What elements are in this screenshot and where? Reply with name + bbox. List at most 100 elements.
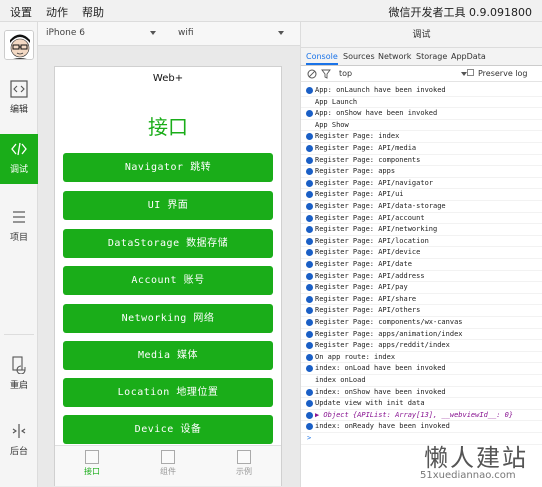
console-log-text: Register Page: API/device — [315, 248, 421, 257]
console-log-row: On app route: index — [301, 352, 542, 364]
tab-label: 组件 — [160, 467, 176, 476]
console-log-text: Register Page: apps/animation/index — [315, 329, 463, 338]
console-log-row: Register Page: API/networking — [301, 224, 542, 236]
info-icon — [306, 110, 313, 118]
tab-console[interactable]: Console — [306, 52, 338, 65]
menu-settings[interactable]: 设置 — [10, 4, 32, 20]
tab-components[interactable]: 组件 — [148, 450, 188, 477]
sidebar-divider — [4, 334, 34, 335]
chevron-down-icon[interactable] — [278, 31, 284, 35]
console-log-text: Register Page: components/wx-canvas — [315, 318, 463, 326]
info-icon — [306, 411, 313, 419]
location-button[interactable]: Location 地理位置 — [63, 378, 273, 407]
console-log-row: Register Page: API/data-storage — [301, 201, 542, 213]
avatar[interactable] — [4, 30, 34, 60]
console-log-row: Register Page: API/pay — [301, 282, 542, 294]
console-log-text: Register Page: API/address — [315, 271, 425, 280]
console-log-text: ▶ Object {APIList: Array[13], __webviewI… — [315, 410, 514, 419]
list-icon — [13, 211, 25, 223]
info-icon — [306, 330, 313, 338]
console-log-text: Register Page: API/data-storage — [315, 202, 446, 210]
menu-help[interactable]: 帮助 — [82, 4, 104, 20]
preserve-log-checkbox[interactable] — [467, 69, 474, 76]
console-log-row: Register Page: components/wx-canvas — [301, 317, 542, 329]
console-log-row[interactable]: ▶ Object {APIList: Array[13], __webviewI… — [301, 410, 542, 422]
tab-label: 接口 — [84, 467, 100, 476]
device-toolbar: iPhone 6 wifi — [38, 22, 300, 46]
sidebar-item-project[interactable]: 项目 — [0, 202, 38, 252]
console-log-text: index onLoad — [315, 376, 366, 384]
sidebar: 编辑 调试 项目 重启 后台 — [0, 22, 38, 487]
ui-button[interactable]: UI 界面 — [63, 191, 273, 220]
sidebar-item-label: 重启 — [9, 381, 28, 391]
console-log-text: App: onShow have been invoked — [315, 109, 438, 118]
sidebar-item-restart[interactable]: 重启 — [0, 350, 38, 400]
info-icon — [306, 133, 313, 141]
console-log-row: App Show — [301, 120, 542, 132]
tab-appdata[interactable]: AppData — [451, 52, 486, 61]
console-log-row: Register Page: API/others — [301, 305, 542, 317]
sidebar-item-label: 编辑 — [9, 105, 28, 115]
filter-icon[interactable] — [321, 69, 331, 79]
console-log-text: index: onLoad have been invoked — [315, 364, 446, 373]
simulator-area: Web+ 接口 Navigator 跳转 UI 界面 DataStorage 数… — [38, 46, 300, 487]
sidebar-item-debug[interactable]: 调试 — [0, 134, 38, 184]
preserve-log-label: Preserve log — [478, 69, 528, 78]
console-log-text: index: onShow have been invoked — [315, 387, 446, 396]
sidebar-item-label: 项目 — [9, 233, 28, 243]
console-log-text: Register Page: API/location — [315, 236, 429, 245]
device-button[interactable]: Device 设备 — [63, 415, 273, 444]
debug-code-icon — [11, 142, 27, 156]
tab-examples[interactable]: 示例 — [224, 450, 264, 477]
sidebar-item-label: 调试 — [9, 165, 28, 175]
console-filter-bar: top Preserve log — [300, 66, 542, 82]
console-log-text: index: onReady have been invoked — [315, 422, 450, 431]
tab-sources[interactable]: Sources — [343, 52, 375, 61]
console-log-row: App: onShow have been invoked — [301, 108, 542, 120]
info-icon — [306, 179, 313, 187]
clear-console-icon[interactable] — [307, 69, 317, 79]
tab-image-icon — [237, 450, 251, 464]
console-log-text: Register Page: API/account — [315, 213, 425, 222]
code-file-icon — [10, 80, 28, 98]
menu-actions[interactable]: 动作 — [46, 4, 68, 20]
device-select[interactable]: iPhone 6 — [46, 28, 85, 38]
networking-button[interactable]: Networking 网络 — [63, 304, 273, 333]
phone-screen: Web+ 接口 Navigator 跳转 UI 界面 DataStorage 数… — [54, 66, 282, 486]
app-title: 微信开发者工具 0.9.091800 — [388, 6, 532, 19]
console-log-row: App: onLaunch have been invoked — [301, 85, 542, 97]
console-log-text: Register Page: apps — [315, 167, 396, 176]
info-icon — [306, 365, 313, 373]
console-log-text: Register Page: index — [315, 132, 400, 141]
console-log-text: Register Page: API/pay — [315, 283, 408, 292]
info-icon — [306, 226, 313, 234]
network-select[interactable]: wifi — [178, 28, 194, 38]
console-log-row: index: onReady have been invoked — [301, 421, 542, 433]
account-button[interactable]: Account 账号 — [63, 266, 273, 295]
context-select[interactable]: top — [339, 69, 352, 78]
console-log-row: Register Page: apps — [301, 166, 542, 178]
info-icon — [306, 87, 313, 94]
sidebar-item-edit[interactable]: 编辑 — [0, 74, 38, 124]
info-icon — [306, 249, 313, 257]
debugger-header: 调试 — [300, 22, 542, 48]
console-log-row: Register Page: apps/reddit/index — [301, 340, 542, 352]
sidebar-item-background[interactable]: 后台 — [0, 416, 38, 466]
tab-api[interactable]: 接口 — [72, 450, 112, 477]
console-log-row: Register Page: API/account — [301, 213, 542, 225]
chevron-down-icon[interactable] — [150, 31, 156, 35]
console-log-text: Update view with init data — [315, 399, 425, 408]
console-output[interactable]: App: onLaunch have been invoked App Launc… — [300, 82, 542, 487]
info-icon — [306, 319, 313, 326]
navigator-button[interactable]: Navigator 跳转 — [63, 153, 273, 182]
tab-storage[interactable]: Storage — [416, 52, 447, 61]
console-log-row: Update view with init data — [301, 398, 542, 410]
console-log-row: Register Page: API/share — [301, 294, 542, 306]
datastorage-button[interactable]: DataStorage 数据存储 — [63, 229, 273, 258]
media-button[interactable]: Media 媒体 — [63, 341, 273, 370]
tab-network[interactable]: Network — [378, 52, 411, 61]
info-icon — [306, 423, 313, 431]
tab-image-icon — [161, 450, 175, 464]
info-icon — [306, 342, 313, 350]
console-log-text: Register Page: API/date — [315, 260, 412, 268]
